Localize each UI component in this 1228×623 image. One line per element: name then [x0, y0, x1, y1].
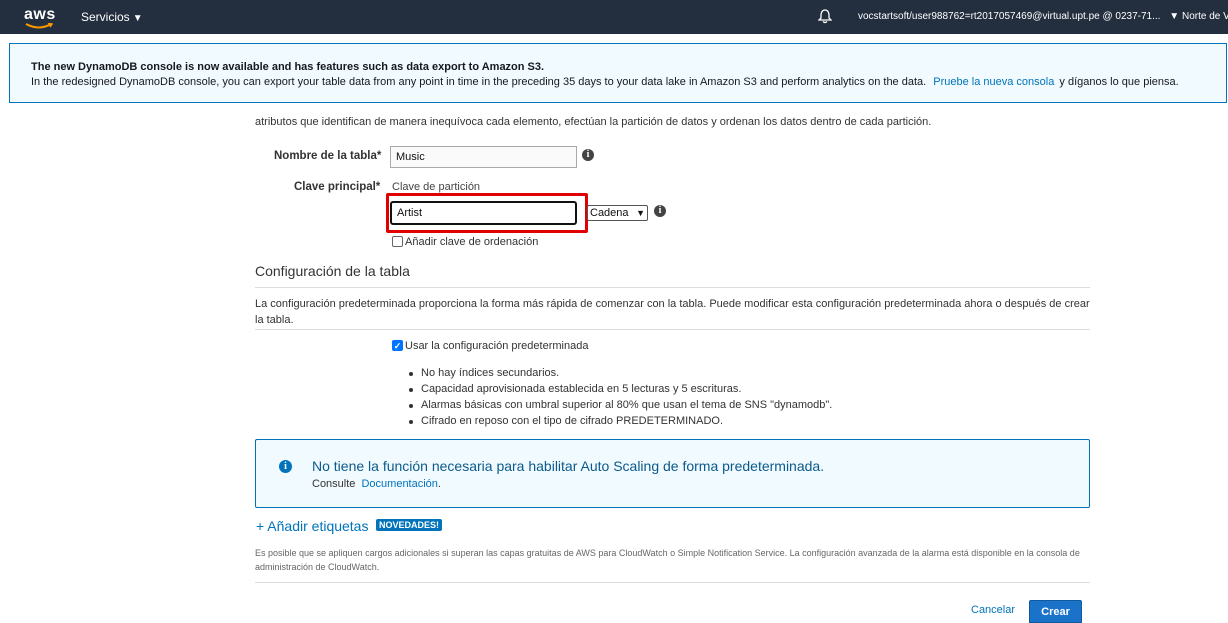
new-console-banner: The new DynamoDB console is now availabl… [9, 43, 1227, 103]
chevron-down-icon: ▼ [132, 13, 143, 24]
alert-prefix: Consulte [312, 478, 356, 490]
default-settings-list: No hay índices secundarios. Capacidad ap… [408, 365, 833, 429]
sort-key-checkbox[interactable] [392, 236, 403, 247]
documentation-link[interactable]: Documentación [361, 478, 437, 490]
alert-suffix: . [437, 478, 441, 490]
table-name-label: Nombre de la tabla* [274, 150, 382, 162]
list-item: Capacidad aprovisionada establecida en 5… [408, 381, 832, 397]
intro-text: atributos que identifican de manera ineq… [255, 116, 932, 128]
key-type-value: Cadena [590, 207, 629, 219]
list-item: No hay índices secundarios. [408, 365, 832, 381]
table-name-input[interactable] [390, 146, 577, 168]
sort-key-label[interactable]: Añadir clave de ordenación [405, 236, 538, 248]
config-description: La configuración predeterminada proporci… [255, 298, 1090, 326]
account-label: vocstartsoft/user988762=rt2017057469@vir… [858, 11, 1161, 22]
default-config-label[interactable]: Usar la configuración predeterminada [405, 340, 588, 352]
charges-notice: Es posible que se apliquen cargos adicio… [255, 548, 1080, 572]
region-menu[interactable]: Norte de V [1182, 11, 1228, 22]
banner-body: In the redesigned DynamoDB console, you … [31, 76, 927, 88]
bell-icon[interactable] [818, 9, 832, 24]
new-badge: NOVEDADES! [376, 519, 443, 531]
aws-logo[interactable]: aws [24, 6, 58, 30]
aws-logo-text: aws [24, 6, 56, 23]
services-label: Servicios [81, 10, 130, 24]
primary-key-label: Clave principal* [294, 181, 381, 193]
table-config-title: Configuración de la tabla [255, 263, 410, 279]
info-icon[interactable]: i [654, 205, 666, 217]
top-navigation-bar: aws Servicios ▼ vocstartsoft/user988762=r… [0, 0, 1228, 34]
cancel-button[interactable]: Cancelar [971, 604, 1015, 616]
divider [255, 582, 1090, 583]
chevron-down-icon: ▼ [636, 208, 645, 218]
add-tags-link[interactable]: + Añadir etiquetas [256, 518, 368, 534]
account-menu[interactable]: vocstartsoft/user988762=rt2017057469@vir… [858, 11, 1179, 22]
create-button[interactable]: Crear [1029, 600, 1082, 623]
alert-title: No tiene la función necesaria para habil… [312, 458, 825, 474]
list-item: Cifrado en reposo con el tipo de cifrado… [408, 413, 832, 429]
chevron-down-icon: ▼ [1169, 11, 1180, 22]
banner-text: In the redesigned DynamoDB console, you … [31, 76, 1179, 88]
alert-subtext: Consulte Documentación. [312, 478, 441, 490]
partition-key-label: Clave de partición [392, 181, 481, 193]
partition-key-input[interactable] [390, 201, 577, 225]
banner-title: The new DynamoDB console is now availabl… [31, 61, 545, 73]
list-item: Alarmas básicas con umbral superior al 8… [408, 399, 833, 411]
info-icon[interactable]: i [582, 149, 594, 161]
services-menu[interactable]: Servicios ▼ [81, 10, 143, 24]
try-new-console-link[interactable]: Pruebe la nueva consola [933, 76, 1054, 88]
divider [255, 329, 1090, 330]
banner-tail: y díganos lo que piensa. [1059, 76, 1179, 88]
aws-smile-icon [25, 23, 53, 29]
key-type-select[interactable]: Cadena ▼ [587, 205, 648, 221]
autoscaling-info-alert: i No tiene la función necesaria para hab… [255, 439, 1090, 508]
default-config-checkbox[interactable]: ✓ [392, 340, 403, 351]
divider [255, 287, 1090, 288]
info-circle-icon: i [279, 460, 292, 473]
